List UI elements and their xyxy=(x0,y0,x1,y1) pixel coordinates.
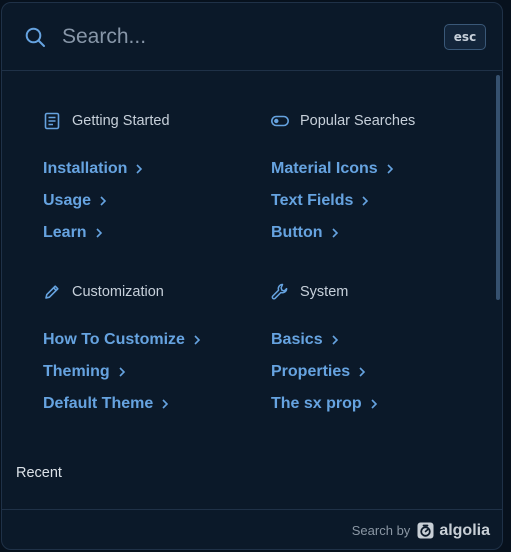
chevron-right-icon xyxy=(361,196,369,206)
toggle-icon xyxy=(271,112,289,130)
chevron-right-icon xyxy=(161,399,169,409)
link-text-fields[interactable]: Text Fields xyxy=(271,185,491,217)
chevron-right-icon xyxy=(99,196,107,206)
link-label: Text Fields xyxy=(271,192,354,209)
search-by-label: Search by xyxy=(351,523,411,538)
chevron-right-icon xyxy=(95,228,103,238)
section-system: System Basics Properties The sx prop xyxy=(271,280,491,420)
link-label: Installation xyxy=(43,160,128,177)
section-header: Popular Searches xyxy=(271,109,491,133)
algolia-brand: algolia xyxy=(439,521,490,539)
recent-heading: Recent xyxy=(16,465,62,481)
search-input[interactable] xyxy=(62,19,422,55)
chevron-right-icon xyxy=(135,164,143,174)
link-how-to-customize[interactable]: How To Customize xyxy=(43,324,263,356)
section-popular-searches: Popular Searches Material Icons Text Fie… xyxy=(271,109,491,249)
pencil-icon xyxy=(43,283,61,301)
algolia-icon xyxy=(417,522,434,539)
chevron-right-icon xyxy=(386,164,394,174)
chevron-right-icon xyxy=(358,367,366,377)
link-label: The sx prop xyxy=(271,395,362,412)
link-button[interactable]: Button xyxy=(271,217,491,249)
link-label: Theming xyxy=(43,363,110,380)
section-title: System xyxy=(300,284,349,300)
link-label: Properties xyxy=(271,363,351,380)
link-material-icons[interactable]: Material Icons xyxy=(271,153,491,185)
link-label: Button xyxy=(271,224,323,241)
scrollbar[interactable] xyxy=(496,75,500,300)
section-header: System xyxy=(271,280,491,304)
footer: Search by algolia xyxy=(2,509,502,549)
section-customization: Customization How To Customize Theming D… xyxy=(43,280,263,420)
wrench-icon xyxy=(271,283,289,301)
link-installation[interactable]: Installation xyxy=(43,153,263,185)
section-title: Popular Searches xyxy=(300,113,416,129)
search-icon xyxy=(24,26,46,48)
section-header: Customization xyxy=(43,280,263,304)
chevron-right-icon xyxy=(118,367,126,377)
link-label: Learn xyxy=(43,224,87,241)
link-theming[interactable]: Theming xyxy=(43,356,263,388)
link-learn[interactable]: Learn xyxy=(43,217,263,249)
chevron-right-icon xyxy=(193,335,201,345)
chevron-right-icon xyxy=(331,228,339,238)
link-label: Usage xyxy=(43,192,92,209)
algolia-logo[interactable]: algolia xyxy=(417,522,490,540)
search-bar: esc xyxy=(2,3,502,71)
link-default-theme[interactable]: Default Theme xyxy=(43,388,263,420)
section-title: Customization xyxy=(72,284,164,300)
section-title: Getting Started xyxy=(72,113,170,129)
section-header: Getting Started xyxy=(43,109,263,133)
link-properties[interactable]: Properties xyxy=(271,356,491,388)
link-basics[interactable]: Basics xyxy=(271,324,491,356)
link-label: Basics xyxy=(271,331,323,348)
search-modal: esc Getting Started Installation xyxy=(1,2,503,550)
link-label: Default Theme xyxy=(43,395,154,412)
article-icon xyxy=(43,112,61,130)
link-usage[interactable]: Usage xyxy=(43,185,263,217)
section-getting-started: Getting Started Installation Usage Learn xyxy=(43,109,263,249)
results-panel: Getting Started Installation Usage Learn xyxy=(2,72,502,508)
link-the-sx-prop[interactable]: The sx prop xyxy=(271,388,491,420)
link-label: How To Customize xyxy=(43,331,185,348)
link-label: Material Icons xyxy=(271,160,378,177)
chevron-right-icon xyxy=(370,399,378,409)
chevron-right-icon xyxy=(331,335,339,345)
esc-button[interactable]: esc xyxy=(444,24,486,50)
